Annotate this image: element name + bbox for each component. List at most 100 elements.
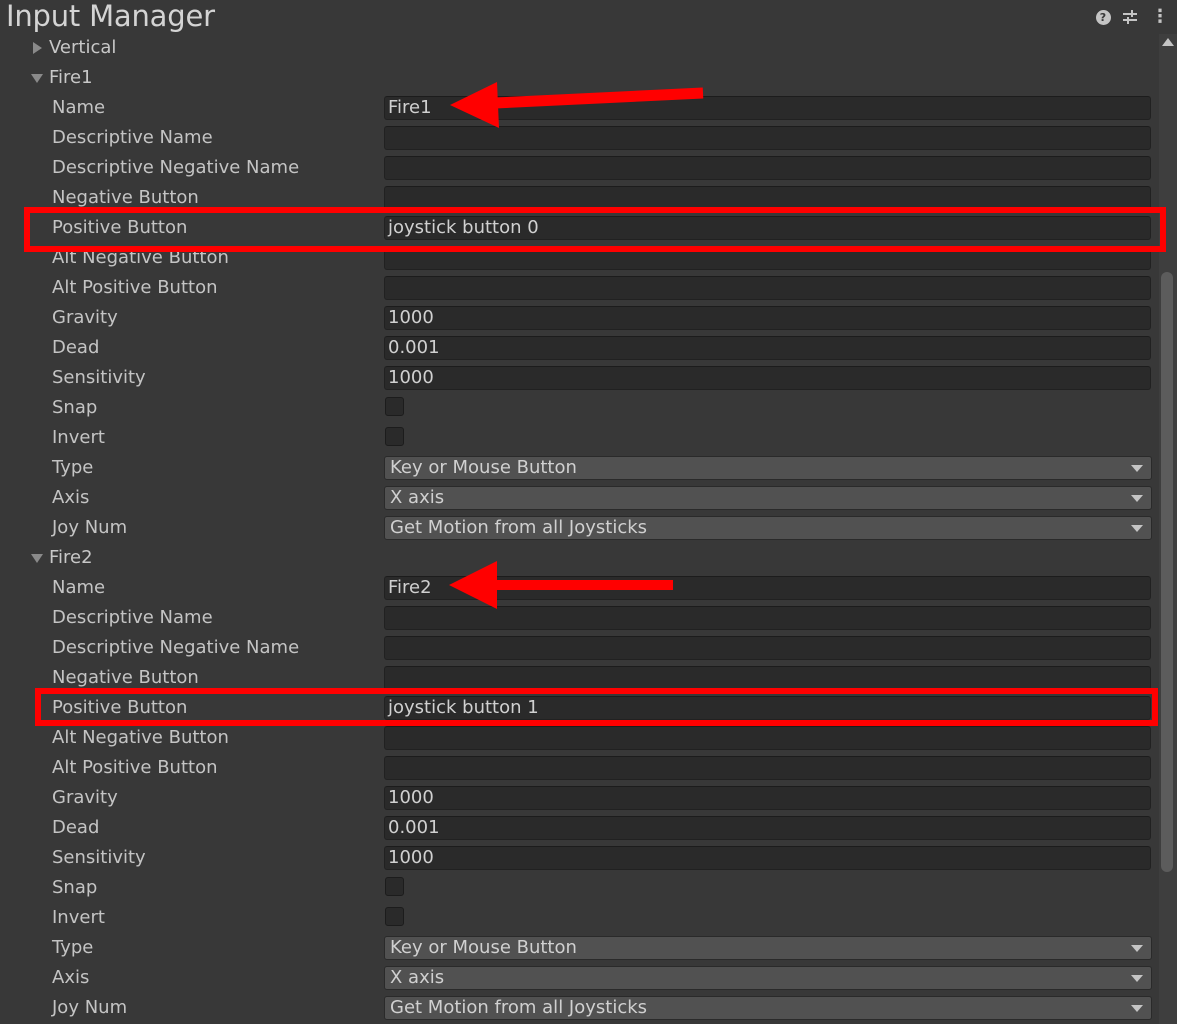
axis-foldout-fire2[interactable]: Fire2 (0, 543, 1159, 573)
settings-icon[interactable] (1121, 6, 1139, 28)
name-field[interactable]: Fire1 (384, 96, 1151, 120)
axis-label: Fire1 (49, 67, 93, 88)
dropdown-value: Key or Mouse Button (390, 457, 577, 478)
property-row-gravity: Gravity 1000 (0, 783, 1159, 813)
property-label: Invert (52, 907, 105, 928)
dead-field[interactable]: 0.001 (384, 816, 1151, 840)
sensitivity-field[interactable]: 1000 (384, 846, 1151, 870)
property-label: Sensitivity (52, 847, 146, 868)
property-row-descriptive-name: Descriptive Name (0, 603, 1159, 633)
axis-dropdown[interactable]: X axis (384, 486, 1152, 510)
dropdown-value: Get Motion from all Joysticks (390, 517, 648, 538)
property-row-invert: Invert (0, 903, 1159, 933)
property-row-alt-positive-button: Alt Positive Button (0, 273, 1159, 303)
gravity-field[interactable]: 1000 (384, 306, 1151, 330)
vertical-scrollbar[interactable] (1159, 34, 1177, 1024)
help-icon[interactable]: ? (1094, 6, 1112, 28)
negative-button-field[interactable] (384, 186, 1151, 210)
invert-checkbox[interactable] (385, 427, 404, 446)
property-label: Descriptive Name (52, 127, 213, 148)
dropdown-arrow-icon (1131, 975, 1143, 982)
property-label: Sensitivity (52, 367, 146, 388)
dead-field[interactable]: 0.001 (384, 336, 1151, 360)
more-icon[interactable]: ⋮ (1151, 6, 1169, 28)
joy-num-dropdown[interactable]: Get Motion from all Joysticks (384, 516, 1152, 540)
alt-positive-button-field[interactable] (384, 756, 1151, 780)
snap-checkbox[interactable] (385, 397, 404, 416)
property-row-snap: Snap (0, 393, 1159, 423)
axes-list: Vertical Fire1 Name Fire1 Descriptive Name D… (0, 33, 1159, 1023)
snap-checkbox[interactable] (385, 877, 404, 896)
foldout-expanded-icon[interactable] (31, 554, 43, 563)
scroll-up-arrow-icon[interactable] (1162, 38, 1174, 46)
sensitivity-field[interactable]: 1000 (384, 366, 1151, 390)
alt-negative-button-field[interactable] (384, 726, 1151, 750)
property-row-alt-negative-button: Alt Negative Button (0, 723, 1159, 753)
property-label: Snap (52, 877, 98, 898)
scroll-thumb[interactable] (1161, 272, 1173, 872)
dropdown-arrow-icon (1131, 465, 1143, 472)
negative-button-field[interactable] (384, 666, 1151, 690)
property-label: Alt Positive Button (52, 757, 218, 778)
positive-button-field[interactable]: joystick button 1 (384, 696, 1151, 720)
type-dropdown[interactable]: Key or Mouse Button (384, 936, 1152, 960)
descriptive-name-field[interactable] (384, 126, 1151, 150)
property-label: Snap (52, 397, 98, 418)
property-label: Name (52, 97, 106, 118)
property-row-name: Name Fire2 (0, 573, 1159, 603)
invert-checkbox[interactable] (385, 907, 404, 926)
descriptive-negative-name-field[interactable] (384, 636, 1151, 660)
descriptive-negative-name-field[interactable] (384, 156, 1151, 180)
type-dropdown[interactable]: Key or Mouse Button (384, 456, 1152, 480)
property-label: Dead (52, 337, 100, 358)
axis-foldout-fire1[interactable]: Fire1 (0, 63, 1159, 93)
property-row-invert: Invert (0, 423, 1159, 453)
dropdown-arrow-icon (1131, 1005, 1143, 1012)
property-label: Joy Num (52, 997, 128, 1018)
alt-negative-button-field[interactable] (384, 246, 1151, 270)
property-row-dead: Dead 0.001 (0, 813, 1159, 843)
property-label: Type (52, 457, 94, 478)
property-label: Negative Button (52, 667, 199, 688)
gravity-field[interactable]: 1000 (384, 786, 1151, 810)
property-row-axis: Axis X axis (0, 483, 1159, 513)
property-row-descriptive-name: Descriptive Name (0, 123, 1159, 153)
property-row-positive-button: Positive Button joystick button 0 (0, 213, 1159, 243)
property-label: Positive Button (52, 217, 188, 238)
property-row-name: Name Fire1 (0, 93, 1159, 123)
property-row-descriptive-negative-name: Descriptive Negative Name (0, 633, 1159, 663)
dropdown-value: X axis (390, 487, 445, 508)
property-row-negative-button: Negative Button (0, 663, 1159, 693)
property-label: Descriptive Negative Name (52, 157, 300, 178)
axis-foldout-vertical[interactable]: Vertical (0, 33, 1159, 63)
axis-dropdown[interactable]: X axis (384, 966, 1152, 990)
alt-positive-button-field[interactable] (384, 276, 1151, 300)
property-label: Joy Num (52, 517, 128, 538)
property-label: Descriptive Negative Name (52, 637, 300, 658)
property-label: Invert (52, 427, 105, 448)
property-row-sensitivity: Sensitivity 1000 (0, 363, 1159, 393)
positive-button-field[interactable]: joystick button 0 (384, 216, 1151, 240)
property-label: Axis (52, 487, 90, 508)
descriptive-name-field[interactable] (384, 606, 1151, 630)
property-row-negative-button: Negative Button (0, 183, 1159, 213)
name-field[interactable]: Fire2 (384, 576, 1151, 600)
dropdown-arrow-icon (1131, 945, 1143, 952)
dropdown-value: X axis (390, 967, 445, 988)
property-row-axis: Axis X axis (0, 963, 1159, 993)
axis-label: Vertical (49, 37, 117, 58)
property-label: Dead (52, 817, 100, 838)
foldout-expanded-icon[interactable] (31, 74, 43, 83)
axis-label: Fire2 (49, 547, 93, 568)
property-row-type: Type Key or Mouse Button (0, 933, 1159, 963)
foldout-collapsed-icon[interactable] (33, 42, 42, 54)
axes-container: Fire1 Name Fire1 Descriptive Name Descriptiv… (0, 63, 1159, 1023)
property-row-positive-button: Positive Button joystick button 1 (0, 693, 1159, 723)
property-label: Alt Positive Button (52, 277, 218, 298)
property-label: Descriptive Name (52, 607, 213, 628)
property-row-joy-num: Joy Num Get Motion from all Joysticks (0, 993, 1159, 1023)
property-row-snap: Snap (0, 873, 1159, 903)
property-label: Positive Button (52, 697, 188, 718)
property-row-type: Type Key or Mouse Button (0, 453, 1159, 483)
joy-num-dropdown[interactable]: Get Motion from all Joysticks (384, 996, 1152, 1020)
